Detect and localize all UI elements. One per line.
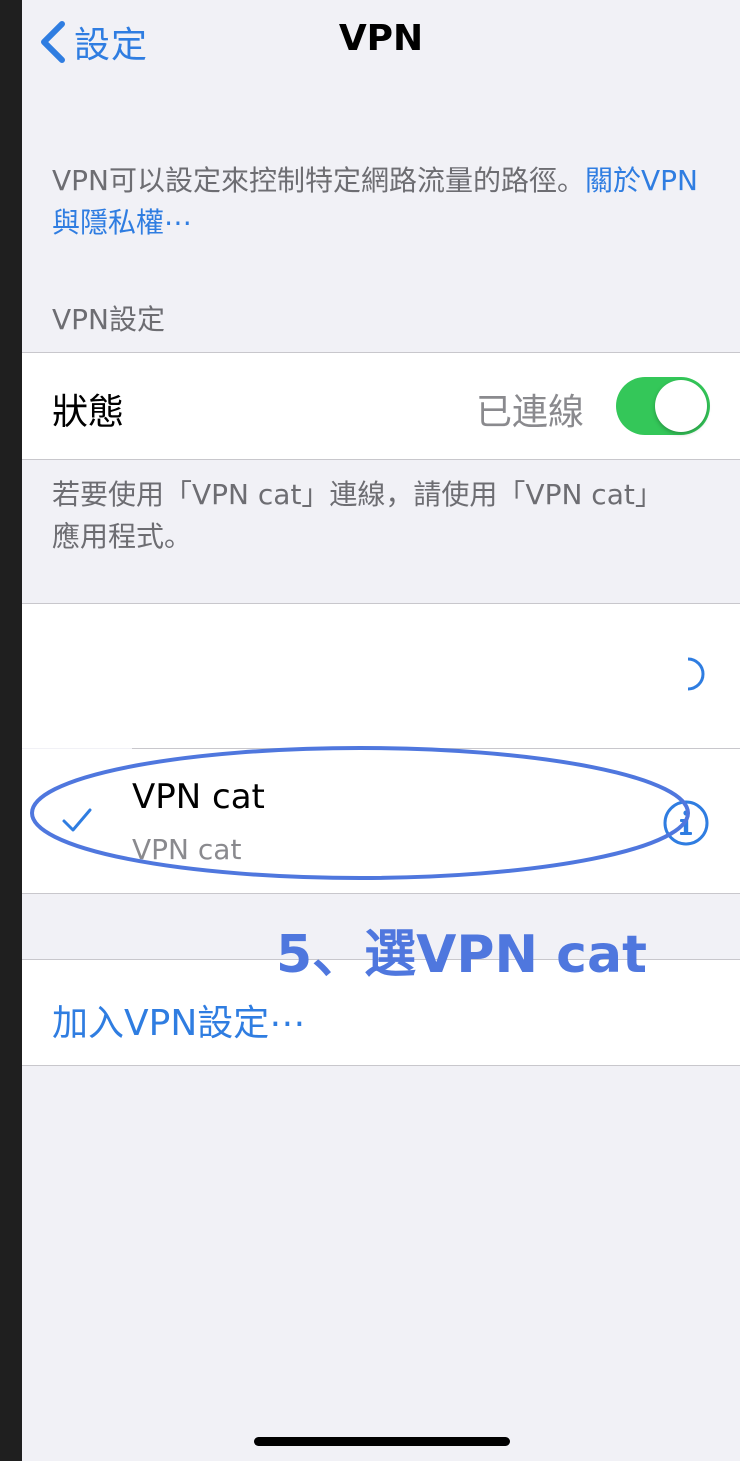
- toggle-knob: [655, 380, 707, 432]
- add-vpn-configuration-button[interactable]: 加入VPN設定⋯: [52, 994, 305, 1046]
- vpn-config-row-hidden[interactable]: [22, 604, 740, 748]
- vpn-settings-screen: 設定 VPN VPN可以設定來控制特定網路流量的路徑。關於VPN與隱私權⋯ VP…: [22, 0, 740, 1461]
- vpn-config-subtitle: VPN cat: [132, 833, 242, 866]
- section-header: VPN設定: [52, 303, 165, 336]
- status-row: 狀態 已連線: [22, 353, 740, 459]
- divider: [22, 459, 740, 460]
- status-label: 狀態: [52, 392, 125, 433]
- status-value: 已連線: [475, 392, 584, 433]
- page-title: VPN: [338, 18, 424, 59]
- vpn-config-row[interactable]: VPN cat VPN cat: [22, 749, 740, 893]
- intro-description: VPN可以設定來控制特定網路流量的路徑。: [52, 164, 585, 197]
- info-circle-icon-partial: [688, 656, 710, 692]
- tutorial-step-annotation: 5、選VPN cat: [276, 925, 647, 985]
- divider: [22, 893, 740, 894]
- intro-text: VPN可以設定來控制特定網路流量的路徑。關於VPN與隱私權⋯: [52, 160, 702, 244]
- home-indicator[interactable]: [254, 1437, 510, 1446]
- vpn-status-toggle[interactable]: [616, 377, 710, 435]
- checkmark-icon: [62, 808, 92, 832]
- status-footer-note: 若要使用「VPN cat」連線，請使用「VPN cat」應用程式。: [52, 478, 663, 553]
- info-circle-icon[interactable]: [662, 799, 710, 847]
- divider: [22, 1065, 740, 1066]
- vpn-config-name: VPN cat: [132, 777, 265, 817]
